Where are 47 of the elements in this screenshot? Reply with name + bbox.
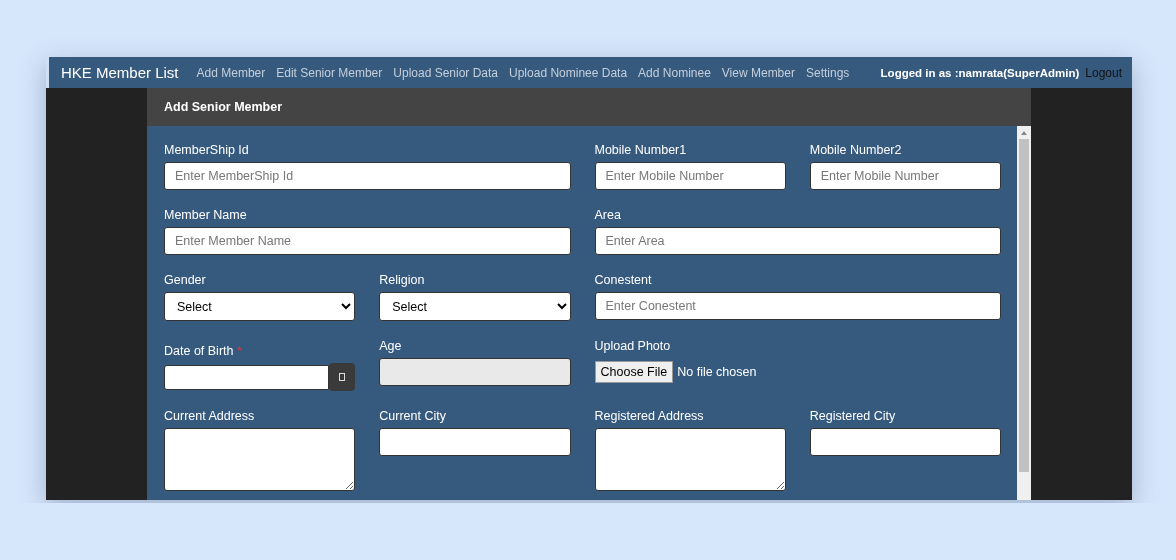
text-field[interactable] bbox=[379, 428, 571, 456]
text-field[interactable]: Enter Member Name bbox=[164, 227, 571, 255]
field-label: Gender bbox=[164, 273, 207, 287]
text-field[interactable] bbox=[809, 428, 1001, 456]
choose-file-button[interactable]: Choose File bbox=[594, 361, 674, 383]
field-label: Registered Address bbox=[594, 409, 705, 423]
age-field[interactable] bbox=[379, 358, 571, 386]
file-status: No file chosen bbox=[677, 365, 757, 379]
nav-link[interactable]: Add Member bbox=[196, 65, 266, 80]
field-label: Religion bbox=[379, 273, 426, 287]
nav-link[interactable]: Edit Senior Member bbox=[276, 65, 383, 80]
field-label: Current City bbox=[379, 409, 447, 423]
field-label: Area bbox=[594, 208, 622, 222]
date-field[interactable] bbox=[164, 364, 330, 390]
nav-link[interactable]: View Member bbox=[721, 65, 795, 80]
nav-link[interactable]: Upload Nominee Data bbox=[509, 65, 628, 80]
select-field[interactable]: Select bbox=[379, 292, 571, 321]
nav-link[interactable]: Upload Senior Data bbox=[393, 65, 499, 80]
select-field[interactable]: Select bbox=[164, 292, 356, 321]
text-field[interactable]: Enter Mobile Number bbox=[809, 162, 1001, 190]
field-label: Current Address bbox=[164, 409, 256, 423]
text-field[interactable]: Enter MemberShip Id bbox=[164, 162, 571, 190]
logged-in-user: Logged in as :namrata(SuperAdmin) bbox=[880, 66, 1080, 79]
field-label: Mobile Number1 bbox=[594, 143, 688, 157]
field-label: Mobile Number2 bbox=[809, 143, 903, 157]
brand-title[interactable]: HKE Member List bbox=[61, 64, 179, 81]
calendar-icon bbox=[339, 373, 346, 381]
field-label: Member Name bbox=[164, 208, 248, 222]
field-label: MemberShip Id bbox=[164, 143, 250, 157]
textarea-field[interactable] bbox=[164, 428, 356, 491]
panel-header: Add Senior Member bbox=[147, 88, 1031, 126]
nav-link[interactable]: Add Nominee bbox=[638, 65, 711, 80]
scrollbar[interactable] bbox=[1017, 126, 1031, 500]
text-field[interactable]: Enter Mobile Number bbox=[594, 162, 786, 190]
text-field[interactable]: Enter Area bbox=[594, 227, 1001, 255]
field-label: Date of Birth * bbox=[164, 344, 243, 358]
field-label: Age bbox=[379, 339, 403, 353]
text-field[interactable]: Enter Conestent bbox=[594, 292, 1001, 320]
nav-link[interactable]: Settings bbox=[805, 65, 850, 80]
calendar-button[interactable] bbox=[329, 363, 356, 391]
field-label: Registered City bbox=[809, 409, 897, 423]
required-mark: * bbox=[236, 344, 242, 358]
field-label: Upload Photo bbox=[594, 339, 672, 353]
logout-link[interactable]: Logout bbox=[1085, 65, 1122, 80]
textarea-field[interactable] bbox=[594, 428, 786, 491]
scroll-up-icon[interactable] bbox=[1020, 129, 1028, 137]
field-label: Conestent bbox=[594, 273, 653, 287]
